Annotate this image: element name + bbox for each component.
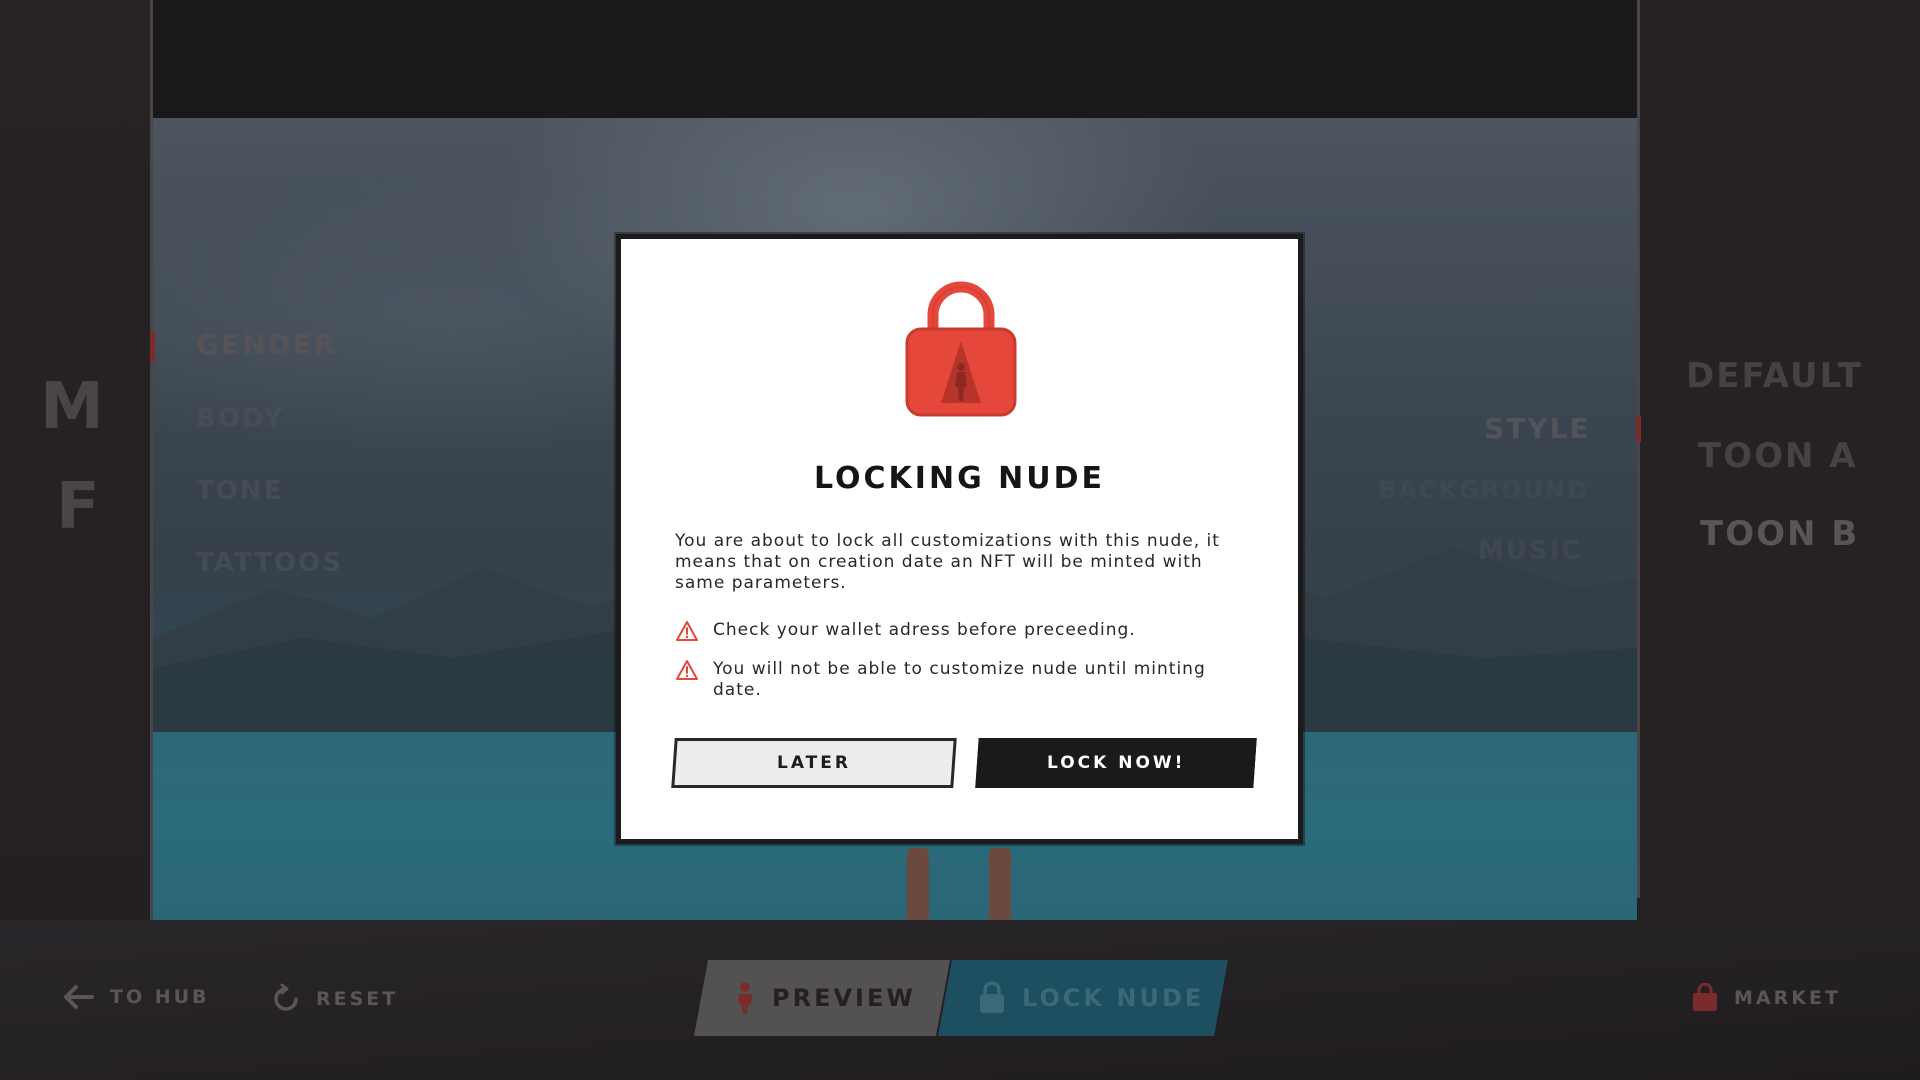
warning-item: Check your wallet adress before preceedi… [675, 620, 1235, 642]
lock-now-button[interactable]: Lock now! [975, 738, 1257, 788]
later-button-label: Later [777, 753, 851, 773]
dialog-description: You are about to lock all customizations… [675, 531, 1220, 593]
warning-text: You will not be able to customize nude u… [713, 659, 1206, 700]
locking-nude-dialog: Locking Nude You are about to lock all c… [616, 234, 1303, 844]
padlock-icon [905, 281, 1017, 417]
dialog-title: Locking Nude [813, 461, 1105, 496]
warning-triangle-icon [676, 660, 698, 680]
later-button[interactable]: Later [671, 738, 957, 788]
warning-text: Check your wallet adress before preceedi… [713, 620, 1136, 640]
warning-item: You will not be able to customize nude u… [675, 659, 1235, 701]
lock-now-button-label: Lock now! [1046, 753, 1186, 773]
warning-triangle-icon [676, 621, 698, 641]
